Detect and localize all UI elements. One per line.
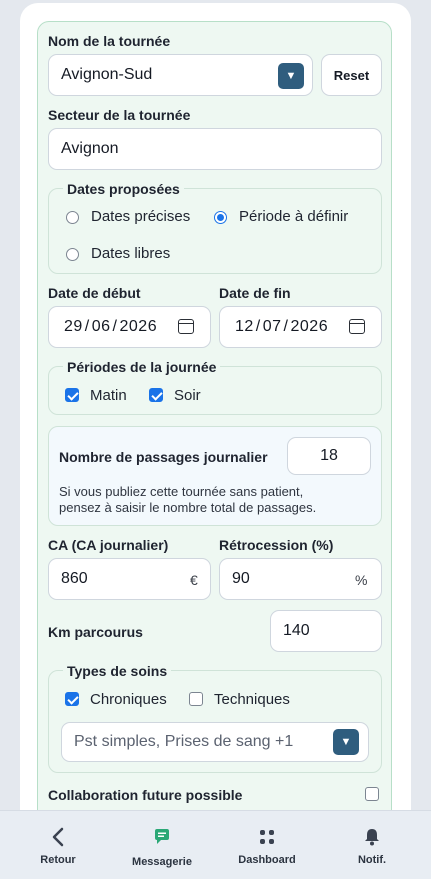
soins-legend: Types de soins <box>63 663 172 679</box>
euro-unit: € <box>190 572 198 588</box>
checkbox-collab[interactable] <box>365 787 379 801</box>
checkbox-matin[interactable] <box>65 388 79 402</box>
retro-value: 90 <box>232 570 250 587</box>
passages-value: 18 <box>320 447 338 464</box>
chat-icon <box>112 827 212 847</box>
nav-dashboard-label: Dashboard <box>238 854 296 866</box>
bell-icon <box>322 827 422 847</box>
calendar-icon[interactable] <box>349 319 365 334</box>
passages-note-line1: Si vous publiez cette tournée sans patie… <box>59 484 304 499</box>
tournee-name-select[interactable]: Avignon-Sud ▼ <box>48 54 313 96</box>
percent-unit: % <box>355 572 368 588</box>
radio-dates-precises-label[interactable]: Dates précises <box>91 208 190 225</box>
ca-value: 860 <box>61 570 88 587</box>
secteur-input[interactable]: Avignon <box>48 128 382 170</box>
nav-messagerie-label: Messagerie <box>132 856 192 868</box>
checkbox-techniques-label[interactable]: Techniques <box>214 691 290 708</box>
nav-messagerie[interactable]: Messagerie <box>112 811 212 879</box>
tournee-name-label: Nom de la tournée <box>48 33 171 49</box>
start-date-input[interactable]: 29/06/2026 <box>48 306 211 348</box>
passages-note-line2: pensez à saisir le nombre total de passa… <box>59 500 317 515</box>
nav-dashboard[interactable]: Dashboard <box>217 811 317 879</box>
grid-icon <box>217 827 317 847</box>
checkbox-chroniques[interactable] <box>65 692 79 706</box>
end-date-value: 12/07/2026 <box>235 318 329 335</box>
soins-multiselect[interactable]: Pst simples, Prises de sang +1 ▼ <box>61 722 369 762</box>
reset-button[interactable]: Reset <box>321 54 382 96</box>
start-date-label: Date de début <box>48 285 141 301</box>
chevron-down-icon[interactable]: ▼ <box>333 729 359 755</box>
end-date-label: Date de fin <box>219 285 291 301</box>
passages-input[interactable]: 18 <box>287 437 371 475</box>
nav-notif-label: Notif. <box>357 854 387 866</box>
chevron-down-icon[interactable]: ▼ <box>278 63 304 89</box>
bottom-nav: Retour Messagerie Dashboard Notif. <box>0 810 431 879</box>
start-date-value: 29/06/2026 <box>64 318 158 335</box>
soins-select-value: Pst simples, Prises de sang +1 <box>74 733 294 750</box>
checkbox-soir-label[interactable]: Soir <box>174 387 201 404</box>
secteur-label: Secteur de la tournée <box>48 107 191 123</box>
radio-periode-a-definir[interactable] <box>214 211 227 224</box>
collab-label: Collaboration future possible <box>48 787 243 803</box>
dates-legend: Dates proposées <box>63 181 184 197</box>
back-arrow-icon <box>8 827 108 847</box>
ca-input[interactable]: 860 € <box>48 558 211 600</box>
km-input[interactable]: 140 <box>270 610 382 652</box>
calendar-icon[interactable] <box>178 319 194 334</box>
end-date-input[interactable]: 12/07/2026 <box>219 306 382 348</box>
secteur-value: Avignon <box>61 140 119 157</box>
nav-retour[interactable]: Retour <box>8 811 108 879</box>
checkbox-matin-label[interactable]: Matin <box>90 387 127 404</box>
ca-label: CA (CA journalier) <box>48 537 169 553</box>
radio-periode-a-definir-label[interactable]: Période à définir <box>239 208 348 225</box>
checkbox-techniques[interactable] <box>189 692 203 706</box>
checkbox-chroniques-label[interactable]: Chroniques <box>90 691 167 708</box>
retro-label: Rétrocession (%) <box>219 537 334 553</box>
periodes-legend: Périodes de la journée <box>63 359 221 375</box>
checkbox-soir[interactable] <box>149 388 163 402</box>
radio-dates-libres[interactable] <box>66 248 79 261</box>
km-value: 140 <box>283 622 310 639</box>
radio-dates-precises[interactable] <box>66 211 79 224</box>
passages-label: Nombre de passages journalier <box>59 449 268 465</box>
tournee-name-value: Avignon-Sud <box>61 66 153 83</box>
retro-input[interactable]: 90 % <box>219 558 382 600</box>
nav-notif[interactable]: Notif. <box>322 811 422 879</box>
km-label: Km parcourus <box>48 624 143 640</box>
reset-button-label: Reset <box>333 67 370 83</box>
nav-retour-label: Retour <box>40 854 76 866</box>
radio-dates-libres-label[interactable]: Dates libres <box>91 245 170 262</box>
